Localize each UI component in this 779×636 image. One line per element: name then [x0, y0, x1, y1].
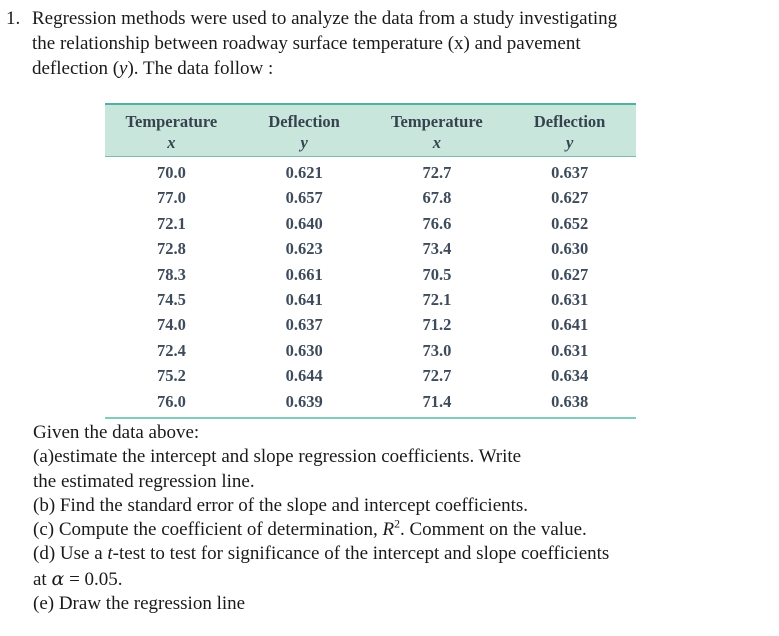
column-header-variable: x	[167, 133, 176, 152]
cell: 74.0	[156, 315, 186, 335]
column-header-deflection-1: Deflection y	[237, 103, 371, 157]
cell: 0.637	[285, 315, 323, 335]
column-header-label: Deflection	[533, 112, 606, 131]
column-header-deflection-2: Deflection y	[503, 103, 636, 157]
cell: 72.8	[156, 239, 186, 259]
task-d-line-1: (d) Use a t-test to test for significanc…	[33, 542, 773, 566]
task-c-suffix: . Comment on the value.	[399, 519, 587, 541]
problem-line-3-prefix: deflection (	[32, 58, 120, 79]
task-b: (b) Find the standard error of the slope…	[33, 494, 529, 516]
problem-statement: 1. Regression methods were used to analy…	[4, 6, 775, 81]
table-header-row: Temperature x Deflection y Temperature x…	[105, 103, 636, 157]
column-header-variable: x	[432, 133, 441, 152]
problem-line-1: Regression methods were used to analyze …	[32, 8, 618, 29]
table-row: 72.4 0.630 73.0 0.631	[105, 338, 636, 363]
data-table-container: Temperature x Deflection y Temperature x…	[105, 103, 636, 420]
task-e: (e) Draw the regression line	[33, 593, 246, 615]
problem-text: Regression methods were used to analyze …	[32, 6, 775, 81]
cell: 78.3	[156, 264, 186, 284]
cell: 72.4	[156, 340, 186, 360]
table-row: 70.0 0.621 72.7 0.637	[105, 157, 636, 186]
cell: 0.641	[551, 315, 589, 335]
task-a-line-2: the estimated regression line.	[33, 470, 255, 492]
cell: 0.630	[285, 340, 323, 360]
problem-line-3: deflection (y). The data follow :	[32, 56, 766, 81]
alpha-symbol: α	[51, 567, 65, 590]
task-c-prefix: (c) Compute the coefficient of determina…	[33, 519, 383, 541]
cell: 0.631	[551, 340, 589, 360]
cell: 0.623	[285, 239, 323, 259]
cell: 71.2	[422, 315, 452, 335]
cell: 70.5	[422, 264, 452, 284]
column-header-label: Temperature	[391, 112, 483, 131]
table-body: 70.0 0.621 72.7 0.637 77.0 0.657 67.8 0.…	[105, 157, 636, 415]
cell: 0.641	[285, 290, 323, 310]
task-c: (c) Compute the coefficient of determina…	[33, 518, 773, 542]
task-d-alpha-suffix: = 0.05.	[64, 568, 123, 590]
cell: 0.657	[285, 188, 323, 208]
table-row: 77.0 0.657 67.8 0.627	[105, 185, 636, 210]
cell: 70.0	[156, 163, 186, 182]
cell: 0.637	[551, 163, 589, 182]
cell: 0.630	[551, 239, 589, 259]
table-header: Temperature x Deflection y Temperature x…	[105, 103, 636, 157]
tasks-intro: Given the data above:	[33, 422, 200, 443]
cell: 76.0	[156, 391, 186, 411]
column-header-variable: y	[565, 133, 574, 152]
data-table: Temperature x Deflection y Temperature x…	[105, 103, 636, 414]
cell: 72.1	[422, 290, 452, 310]
cell: 71.4	[422, 391, 452, 411]
cell: 74.5	[156, 290, 186, 310]
column-header-temperature-2: Temperature x	[370, 103, 504, 157]
cell: 72.7	[422, 366, 452, 386]
table-row: 72.8 0.623 73.4 0.630	[105, 236, 636, 261]
column-header-variable: y	[300, 133, 308, 152]
cell: 0.621	[285, 163, 323, 182]
cell: 0.631	[551, 290, 589, 310]
cell: 73.0	[422, 340, 452, 360]
task-d-prefix: (d) Use a	[33, 543, 108, 565]
table-row: 78.3 0.661 70.5 0.627	[105, 262, 636, 287]
column-header-label: Temperature	[125, 112, 218, 131]
problem-number: 1.	[6, 8, 21, 29]
table-bottom-rule	[105, 417, 636, 420]
task-a-line-1: (a)estimate the intercept and slope regr…	[33, 446, 522, 468]
column-header-label: Deflection	[268, 112, 340, 131]
task-d-alpha-prefix: at	[33, 568, 52, 590]
cell: 0.627	[551, 188, 589, 208]
cell: 76.6	[422, 213, 452, 233]
cell: 0.634	[551, 366, 589, 386]
cell: 77.0	[156, 188, 186, 208]
problem-line-2: the relationship between roadway surface…	[32, 33, 581, 54]
problem-line-3-suffix: ). The data follow :	[127, 58, 274, 79]
table-row: 74.5 0.641 72.1 0.631	[105, 287, 636, 312]
cell: 0.652	[551, 213, 589, 233]
task-d-line-2: at α = 0.05.	[33, 567, 773, 592]
cell: 0.639	[285, 391, 323, 411]
cell: 72.7	[422, 163, 452, 182]
cell: 73.4	[422, 239, 452, 259]
cell: 0.638	[551, 391, 589, 411]
task-d-suffix: -test to test for significance of the in…	[112, 543, 610, 565]
table-row: 76.0 0.639 71.4 0.638	[105, 389, 636, 414]
column-header-temperature-1: Temperature x	[105, 103, 238, 157]
cell: 0.644	[285, 366, 323, 386]
cell: 75.2	[156, 366, 186, 386]
cell: 0.661	[285, 264, 323, 284]
table-row: 72.1 0.640 76.6 0.652	[105, 211, 636, 236]
cell: 67.8	[422, 188, 452, 208]
symbol-r: R	[382, 519, 395, 541]
tasks-list: Given the data above: (a)estimate the in…	[33, 421, 773, 616]
cell: 0.627	[551, 264, 589, 284]
cell: 72.1	[156, 213, 186, 233]
table-row: 74.0 0.637 71.2 0.641	[105, 312, 636, 337]
table-row: 75.2 0.644 72.7 0.634	[105, 363, 636, 388]
cell: 0.640	[285, 213, 323, 233]
